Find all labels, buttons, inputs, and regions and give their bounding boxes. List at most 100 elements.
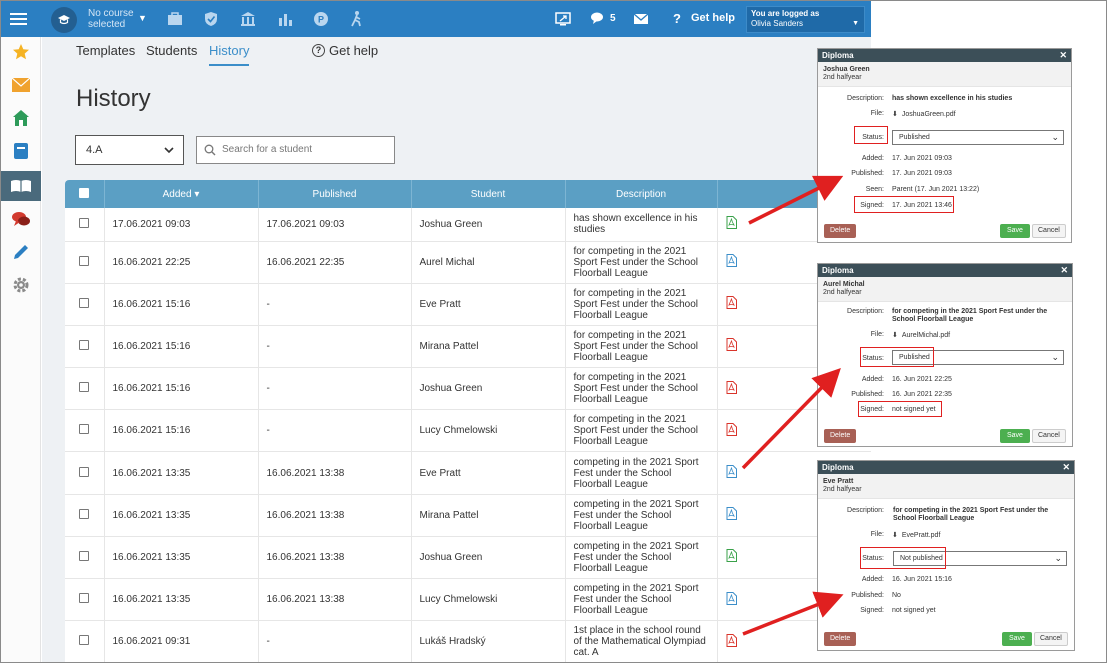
- close-icon[interactable]: ✕: [1060, 265, 1068, 276]
- table-row[interactable]: 16.06.2021 13:35 16.06.2021 13:38 Mirana P…: [65, 494, 871, 537]
- table-row[interactable]: 16.06.2021 22:25 16.06.2021 22:35 Aurel Mi…: [65, 241, 871, 284]
- header-added[interactable]: Added ▾: [104, 180, 259, 208]
- help-icon[interactable]: ?: [673, 11, 681, 26]
- table-row[interactable]: 16.06.2021 15:16- Eve Pratt for competing …: [65, 283, 871, 326]
- dialog-header: Diploma ✕: [818, 461, 1074, 474]
- cancel-button[interactable]: Cancel: [1034, 632, 1068, 646]
- cancel-button[interactable]: Cancel: [1032, 429, 1066, 443]
- row-checkbox[interactable]: [79, 217, 90, 228]
- header-published[interactable]: Published: [258, 180, 412, 208]
- coin-icon[interactable]: P: [312, 10, 330, 28]
- save-button[interactable]: Save: [1000, 429, 1030, 443]
- cancel-button[interactable]: Cancel: [1032, 224, 1066, 238]
- row-select-cell: [65, 620, 105, 662]
- help-link[interactable]: Get help: [691, 12, 735, 24]
- row-checkbox[interactable]: [79, 508, 90, 519]
- caret-down-icon[interactable]: ▼: [138, 13, 147, 23]
- header-student[interactable]: Student: [411, 180, 566, 208]
- sidebar-item-home[interactable]: [1, 103, 41, 133]
- table-row[interactable]: 17.06.2021 09:03 17.06.2021 09:03 Joshua G…: [65, 208, 871, 242]
- envelope-icon: [12, 78, 30, 92]
- table-row[interactable]: 16.06.2021 15:16- Joshua Green for competi…: [65, 367, 871, 411]
- pdf-file-icon[interactable]: [726, 422, 737, 436]
- sidebar-item-diplomas[interactable]: [1, 171, 41, 201]
- cell-published: 16.06.2021 22:35: [258, 241, 412, 284]
- sidebar-item-chat[interactable]: [1, 204, 41, 234]
- added-value: 16. Jun 2021 22:25: [892, 376, 952, 383]
- seen-label: Seen:: [865, 186, 884, 193]
- header-description[interactable]: Description: [565, 180, 718, 208]
- bar-chart-icon[interactable]: [276, 10, 294, 28]
- save-button[interactable]: Save: [1002, 632, 1032, 646]
- pdf-file-icon[interactable]: [726, 254, 737, 268]
- home-icon: [13, 110, 29, 126]
- table-row[interactable]: 16.06.2021 09:31- Lukáš Hradský 1st place …: [65, 620, 871, 662]
- table-row[interactable]: 16.06.2021 13:35 16.06.2021 13:38 Eve Prat…: [65, 451, 871, 495]
- pdf-file-icon[interactable]: [726, 591, 737, 605]
- row-checkbox[interactable]: [79, 339, 90, 350]
- table-row[interactable]: 16.06.2021 15:16- Lucy Chmelowski for comp…: [65, 409, 871, 453]
- row-checkbox[interactable]: [79, 424, 90, 435]
- course-selector[interactable]: No course selected: [88, 8, 134, 30]
- search-input[interactable]: Search for a student: [196, 136, 395, 164]
- pdf-file-icon[interactable]: [726, 549, 737, 563]
- delete-button[interactable]: Delete: [824, 429, 857, 443]
- row-checkbox[interactable]: [79, 297, 90, 308]
- sidebar-item-notebook[interactable]: [1, 136, 41, 166]
- shield-icon[interactable]: [202, 10, 220, 28]
- file-name: JoshuaGreen.pdf: [901, 111, 956, 118]
- course-icon[interactable]: [51, 7, 77, 33]
- briefcase-icon[interactable]: [166, 10, 184, 28]
- tab-get-help[interactable]: Get help: [329, 43, 378, 58]
- annotation-box: [860, 347, 934, 367]
- class-select[interactable]: 4.A: [75, 135, 184, 165]
- row-checkbox[interactable]: [79, 466, 90, 477]
- sidebar-item-messages[interactable]: [1, 70, 41, 100]
- tab-templates[interactable]: Templates: [76, 43, 135, 58]
- row-checkbox[interactable]: [79, 550, 90, 561]
- status-select[interactable]: Published ⌄: [892, 130, 1064, 145]
- pdf-file-icon[interactable]: [726, 216, 737, 230]
- table-row[interactable]: 16.06.2021 13:35 16.06.2021 13:38 Lucy Chm…: [65, 578, 871, 622]
- cell-student: Lucy Chmelowski: [411, 578, 566, 622]
- user-menu[interactable]: You are logged as Olivia Sanders ▼: [746, 6, 865, 33]
- tab-students[interactable]: Students: [146, 43, 197, 58]
- help-circle-icon[interactable]: ?: [312, 44, 325, 57]
- cell-student: Mirana Pattel: [411, 325, 566, 369]
- bank-icon[interactable]: [239, 10, 257, 28]
- table-row[interactable]: 16.06.2021 15:16- Mirana Pattel for compet…: [65, 325, 871, 369]
- pdf-file-icon[interactable]: [726, 507, 737, 521]
- file-link[interactable]: ⬇ JoshuaGreen.pdf: [892, 110, 956, 118]
- delete-button[interactable]: Delete: [824, 224, 857, 238]
- tab-history[interactable]: History: [209, 43, 250, 66]
- file-link[interactable]: ⬇ EvePratt.pdf: [892, 531, 940, 539]
- row-checkbox[interactable]: [79, 635, 90, 646]
- sidebar-item-favorites[interactable]: [1, 37, 41, 67]
- hiking-icon[interactable]: [348, 10, 366, 28]
- pdf-file-icon[interactable]: [726, 338, 737, 352]
- sidebar-item-edit[interactable]: [1, 237, 41, 267]
- row-checkbox[interactable]: [79, 255, 90, 266]
- cell-description: for competing in the 2021 Sport Fest und…: [565, 325, 718, 369]
- pdf-file-icon[interactable]: [726, 380, 737, 394]
- chat-icon[interactable]: [589, 10, 607, 28]
- mail-icon[interactable]: [632, 10, 650, 28]
- row-checkbox[interactable]: [79, 382, 90, 393]
- delete-button[interactable]: Delete: [824, 632, 857, 646]
- search-icon: [204, 144, 216, 156]
- cell-added: 16.06.2021 15:16: [104, 409, 259, 453]
- file-link[interactable]: ⬇ AurelMichal.pdf: [892, 331, 950, 339]
- select-all-checkbox[interactable]: [79, 187, 90, 198]
- pdf-file-icon[interactable]: [726, 296, 737, 310]
- pdf-file-icon[interactable]: [726, 465, 737, 479]
- close-icon[interactable]: ✕: [1059, 50, 1067, 61]
- row-checkbox[interactable]: [79, 593, 90, 604]
- table-row[interactable]: 16.06.2021 13:35 16.06.2021 13:38 Joshua G…: [65, 536, 871, 580]
- save-button[interactable]: Save: [1000, 224, 1030, 238]
- menu-icon[interactable]: [10, 10, 27, 27]
- cell-added: 16.06.2021 13:35: [104, 578, 259, 622]
- sidebar-item-settings[interactable]: [1, 270, 41, 300]
- close-icon[interactable]: ✕: [1062, 462, 1070, 473]
- pdf-file-icon[interactable]: [726, 633, 737, 647]
- screen-share-icon[interactable]: [554, 10, 572, 28]
